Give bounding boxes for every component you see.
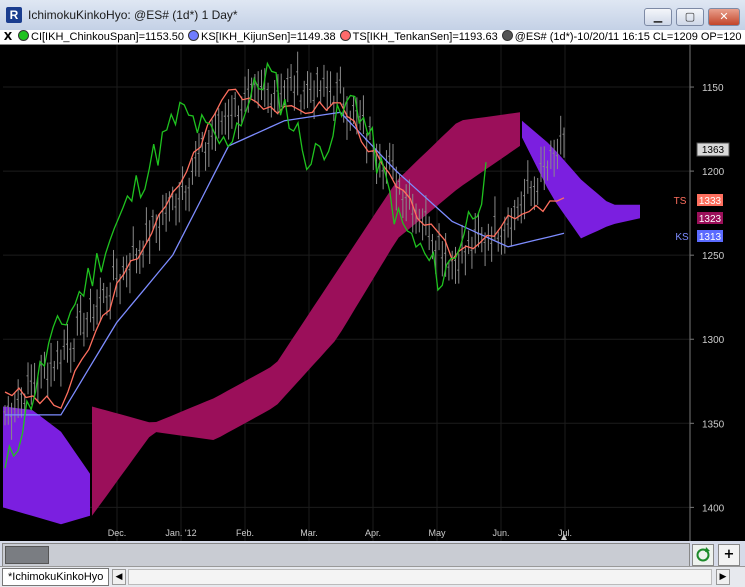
legend-item-label: TS[IKH_TenkanSen]=1193.63 <box>352 31 498 43</box>
x-tick-label: Feb. <box>236 528 254 538</box>
legend-items: CI[IKH_ChinkouSpan]=1153.50 KS[IKH_KijunS… <box>18 30 745 44</box>
legend-item-label: CI[IKH_ChinkouSpan]=1153.50 <box>31 31 184 43</box>
x-tick-label: Jan. '12 <box>165 528 196 538</box>
tab-scroll-track[interactable] <box>128 569 712 585</box>
y-tick-label: 1150 <box>702 83 724 94</box>
tab-scroll-right-icon[interactable]: ▶ <box>716 569 730 585</box>
y-tick-label: 1300 <box>702 335 725 346</box>
window-title: IchimokuKinkoHyo: @ES# (1d*) 1 Day* <box>28 8 238 22</box>
legend-item-label: @ES# (1d*)-10/20/11 16:15 CL=1209 OP=120 <box>514 31 742 43</box>
title-bar: R IchimokuKinkoHyo: @ES# (1d*) 1 Day* ▁ … <box>0 0 745 31</box>
scrollbar-thumb[interactable] <box>5 546 49 564</box>
study-legend: X CI[IKH_ChinkouSpan]=1153.50 KS[IKH_Kiju… <box>0 30 745 45</box>
ichimoku-chart[interactable]: 1400 1350 1300 1250 1200 1150 Dec. Jan. '12 Feb… <box>0 45 745 541</box>
price-tag-label: 1363 <box>702 145 725 156</box>
x-tick-label: Apr. <box>365 528 381 538</box>
legend-item[interactable]: KS[IKH_KijunSen]=1149.38 <box>188 30 336 43</box>
add-button[interactable]: + <box>718 544 740 566</box>
ts-label: TS <box>674 196 687 207</box>
ts-tag-label: 1333 <box>699 196 722 207</box>
x-tick-label: Mar. <box>300 528 318 538</box>
refresh-icon <box>696 547 710 562</box>
close-button[interactable]: ✕ <box>708 8 740 26</box>
tab-bar: *IchimokuKinkoHyo ◀ ▶ <box>0 566 745 587</box>
y-tick-label: 1400 <box>702 503 725 514</box>
legend-close-icon[interactable]: X <box>2 30 14 43</box>
refresh-button[interactable] <box>692 544 714 566</box>
bottom-toolbar: + *IchimokuKinkoHyo ◀ ▶ <box>0 541 745 587</box>
legend-dot-icon <box>501 30 513 41</box>
legend-item[interactable]: CI[IKH_ChinkouSpan]=1153.50 <box>18 30 184 43</box>
legend-item-label: KS[IKH_KijunSen]=1149.38 <box>201 31 336 43</box>
chart-scrollbar[interactable] <box>2 543 690 567</box>
span-tag-label: 1323 <box>699 214 722 225</box>
legend-item[interactable]: @ES# (1d*)-10/20/11 16:15 CL=1209 OP=120 <box>501 30 742 43</box>
x-tick-label: Dec. <box>108 528 127 538</box>
ks-label: KS <box>675 232 689 243</box>
legend-dot-icon <box>339 30 351 41</box>
ks-tag-label: 1313 <box>699 232 722 243</box>
app-logo-icon: R <box>6 7 22 23</box>
tab-scroll-left-icon[interactable]: ◀ <box>112 569 126 585</box>
minimize-button[interactable]: ▁ <box>644 8 672 26</box>
legend-item[interactable]: TS[IKH_TenkanSen]=1193.63 <box>339 30 498 43</box>
y-tick-label: 1350 <box>702 419 725 430</box>
x-tick-label: May <box>428 528 446 538</box>
legend-dot-icon <box>18 30 29 41</box>
tab-ichimoku[interactable]: *IchimokuKinkoHyo <box>2 568 110 586</box>
legend-dot-icon <box>188 30 199 41</box>
y-tick-label: 1250 <box>702 251 725 262</box>
maximize-button[interactable]: ▢ <box>676 8 704 26</box>
y-tick-label: 1200 <box>702 167 725 178</box>
chart-area[interactable]: 1400 1350 1300 1250 1200 1150 Dec. Jan. '12 Feb… <box>0 45 745 541</box>
x-tick-label: Jun. <box>492 528 509 538</box>
